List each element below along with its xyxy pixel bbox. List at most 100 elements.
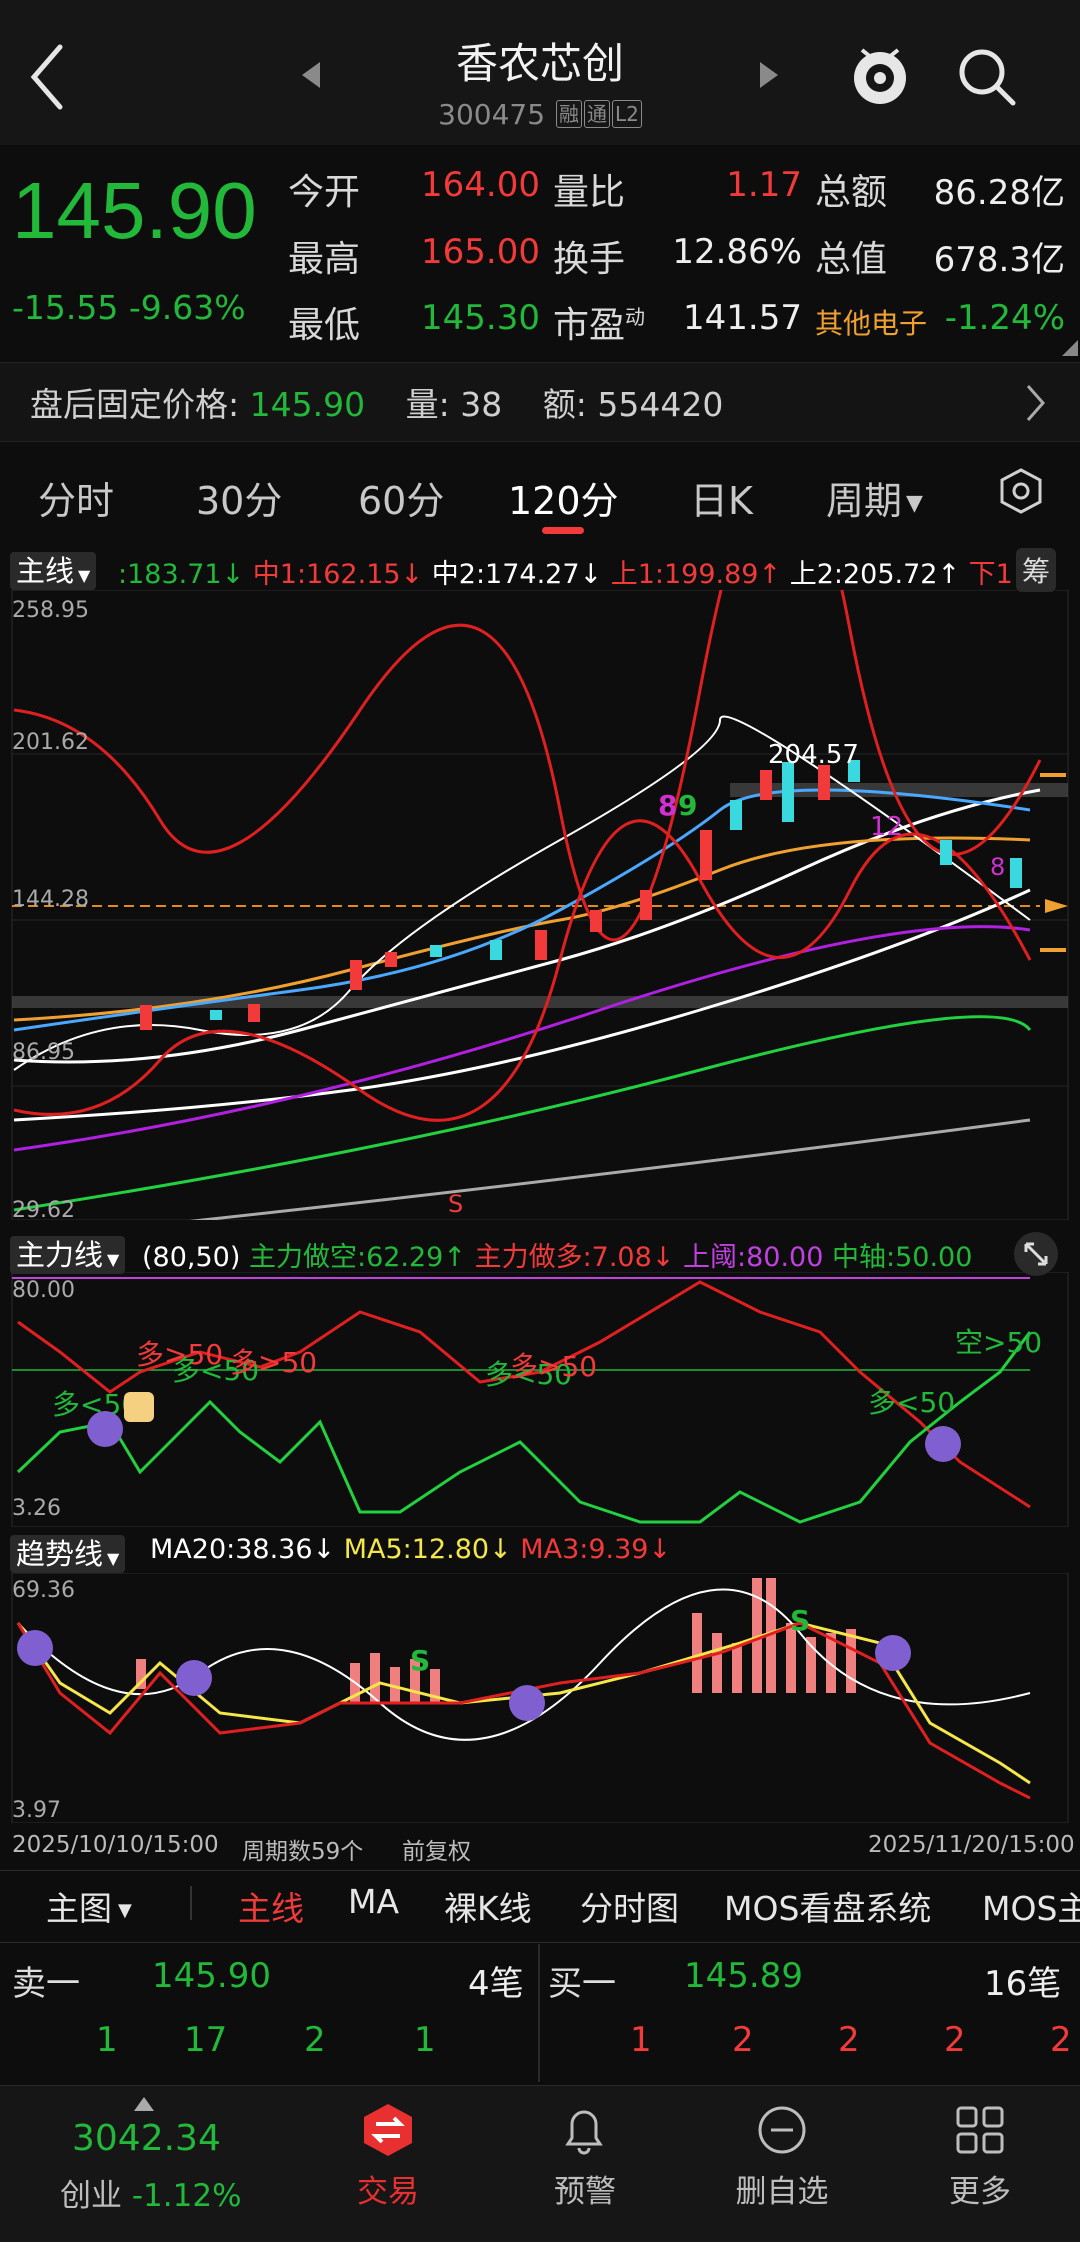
tool-mos-system[interactable]: MOS看盘系统 — [724, 1882, 931, 1930]
turnover-amount-value: 86.28亿 — [933, 173, 1065, 213]
high-value: 165.00 — [421, 232, 540, 272]
svg-text:12: 12 — [870, 812, 903, 842]
power-y-bottom: 3.26 — [12, 1496, 61, 1521]
tool-mos-main[interactable]: MOS主 — [982, 1882, 1080, 1930]
svg-text:多<50: 多<50 — [868, 1386, 955, 1419]
candlestick-chart[interactable]: 8 9 12 8 S — [0, 590, 1080, 1220]
ask1-count: 4笔 — [468, 1964, 524, 2004]
y-label-4: 86.95 — [12, 1040, 75, 1065]
trend-y-bottom: 3.97 — [12, 1798, 61, 1823]
bid-volume: 2 — [732, 2020, 754, 2060]
assistant-mascot-icon[interactable] — [848, 40, 912, 110]
next-stock-icon[interactable] — [758, 60, 780, 94]
tab-period[interactable]: 周期 ▼ — [826, 470, 923, 525]
bid-volume: 2 — [838, 2020, 860, 2060]
stock-name: 香农芯创 — [455, 39, 624, 88]
ask-volume: 1 — [96, 2020, 118, 2060]
active-tab-indicator — [542, 527, 584, 534]
tab-daily[interactable]: 日K — [690, 470, 753, 525]
trade-icon[interactable] — [362, 2102, 414, 2162]
bottom-nav — [0, 2085, 1080, 2242]
tab-30min[interactable]: 30分 — [196, 470, 282, 525]
svg-text:S: S — [790, 1604, 810, 1637]
nav-alert[interactable]: 预警 — [505, 2166, 665, 2211]
margin-tag: 融 — [555, 100, 582, 128]
time-end: 2025/11/20/15:00 — [868, 1832, 1075, 1858]
trend-legend: MA20:38.36↓ MA5:12.80↓ MA3:9.39↓ — [150, 1534, 672, 1565]
ask1-label: 卖一 — [12, 1964, 80, 2004]
l2-tag: L2 — [611, 100, 642, 128]
bell-icon[interactable] — [560, 2104, 608, 2160]
change-percent: -9.63% — [128, 288, 246, 327]
chips-button[interactable]: 筹 — [1016, 548, 1057, 592]
bid1-price: 145.89 — [684, 1956, 803, 1996]
turnover-amount-label: 总额 — [815, 172, 888, 213]
svg-text:S: S — [448, 1190, 463, 1218]
index-info[interactable]: 创业 -1.12% — [60, 2170, 242, 2215]
price-change: -15.55 -9.63% — [12, 288, 246, 327]
index-value[interactable]: 3042.34 — [72, 2118, 221, 2159]
bid1-label: 买一 — [548, 1964, 616, 2004]
tab-60min[interactable]: 60分 — [358, 470, 444, 525]
turnover-rate-label: 换手 — [553, 239, 626, 280]
bid-volume: 1 — [630, 2020, 652, 2060]
tool-main-line[interactable]: 主线 — [238, 1882, 304, 1930]
ask-volume: 1 — [414, 2020, 436, 2060]
caret-down-icon: ▼ — [906, 491, 923, 516]
nav-trade[interactable]: 交易 — [308, 2166, 468, 2211]
high-label: 最高 — [288, 239, 361, 280]
stock-code-line: 300475 融通 L2 — [0, 98, 1080, 131]
low-value: 145.30 — [421, 298, 540, 338]
stock-code: 300475 — [438, 98, 546, 131]
vol-ratio-value: 1.17 — [726, 165, 802, 205]
search-icon[interactable] — [955, 45, 1019, 109]
power-y-top: 80.00 — [12, 1278, 75, 1303]
tool-intraday-chart[interactable]: 分时图 — [580, 1882, 679, 1930]
divider — [538, 1944, 540, 2082]
pe-value: 141.57 — [683, 298, 802, 338]
main-chart-dropdown[interactable]: 主图 ▼ — [46, 1882, 132, 1930]
expand-corner-icon[interactable] — [1062, 340, 1078, 360]
y-label-3: 144.28 — [12, 887, 89, 912]
settings-hexagon-icon[interactable] — [998, 468, 1044, 518]
sector-name[interactable]: 其他电子 — [815, 302, 927, 342]
tab-120min[interactable]: 120分 — [508, 470, 619, 525]
bid-volume: 2 — [1050, 2020, 1072, 2060]
y-label-bottom: 29.62 — [12, 1198, 75, 1223]
svg-text:9: 9 — [678, 789, 697, 822]
y-label-2: 201.62 — [12, 730, 89, 755]
power-indicator-selector[interactable]: 主力线 ▼ — [10, 1232, 126, 1274]
remove-watchlist-icon[interactable] — [756, 2104, 808, 2160]
tool-ma[interactable]: MA — [348, 1882, 399, 1921]
trend-line-chart[interactable]: S S — [0, 1573, 1080, 1823]
svg-text:8: 8 — [658, 789, 677, 822]
connect-tag: 通 — [583, 100, 610, 128]
nav-remove-watchlist[interactable]: 删自选 — [702, 2166, 862, 2211]
svg-text:多>50: 多>50 — [510, 1350, 597, 1383]
svg-text:S: S — [410, 1644, 430, 1677]
main-legend: :183.71↓ 中1:162.15↓ 中2:174.27↓ 上1:199.89… — [118, 559, 1040, 590]
open-value: 164.00 — [421, 165, 540, 205]
tool-bare-k[interactable]: 裸K线 — [444, 1882, 532, 1930]
low-label: 最低 — [288, 305, 361, 346]
tab-intraday[interactable]: 分时 — [38, 470, 114, 525]
svg-text:空>50: 空>50 — [955, 1326, 1042, 1359]
vol-ratio-label: 量比 — [553, 172, 626, 213]
grid-more-icon[interactable] — [954, 2104, 1006, 2160]
after-hours-text: 盘后固定价格: 145.90 量: 38 额: 554420 — [30, 385, 724, 424]
trend-indicator-selector[interactable]: 趋势线 ▼ — [10, 1531, 126, 1573]
adjust-mode[interactable]: 前复权 — [402, 1832, 471, 1866]
high-marker: 204.57 — [768, 740, 859, 770]
power-line-chart[interactable]: 多<50 多>50 多<50 多>50 多<50 多>50 多<50 空>50 — [0, 1272, 1080, 1527]
power-legend: (80,50) 主力做空:62.29↑ 主力做多:7.08↓ 上阈:80.00 … — [142, 1242, 973, 1273]
nav-more[interactable]: 更多 — [900, 2166, 1060, 2211]
chevron-right-icon[interactable] — [1025, 383, 1047, 427]
bid1-count: 16笔 — [984, 1964, 1062, 2004]
sector-change: -1.24% — [944, 298, 1065, 338]
main-indicator-selector[interactable]: 主线 ▼ — [10, 548, 97, 590]
trend-y-top: 69.36 — [12, 1578, 75, 1603]
period-count: 周期数59个 — [242, 1839, 364, 1865]
time-start: 2025/10/10/15:00 — [12, 1832, 219, 1858]
y-label-top: 258.95 — [12, 598, 89, 623]
pe-label: 市盈动 — [553, 305, 646, 346]
